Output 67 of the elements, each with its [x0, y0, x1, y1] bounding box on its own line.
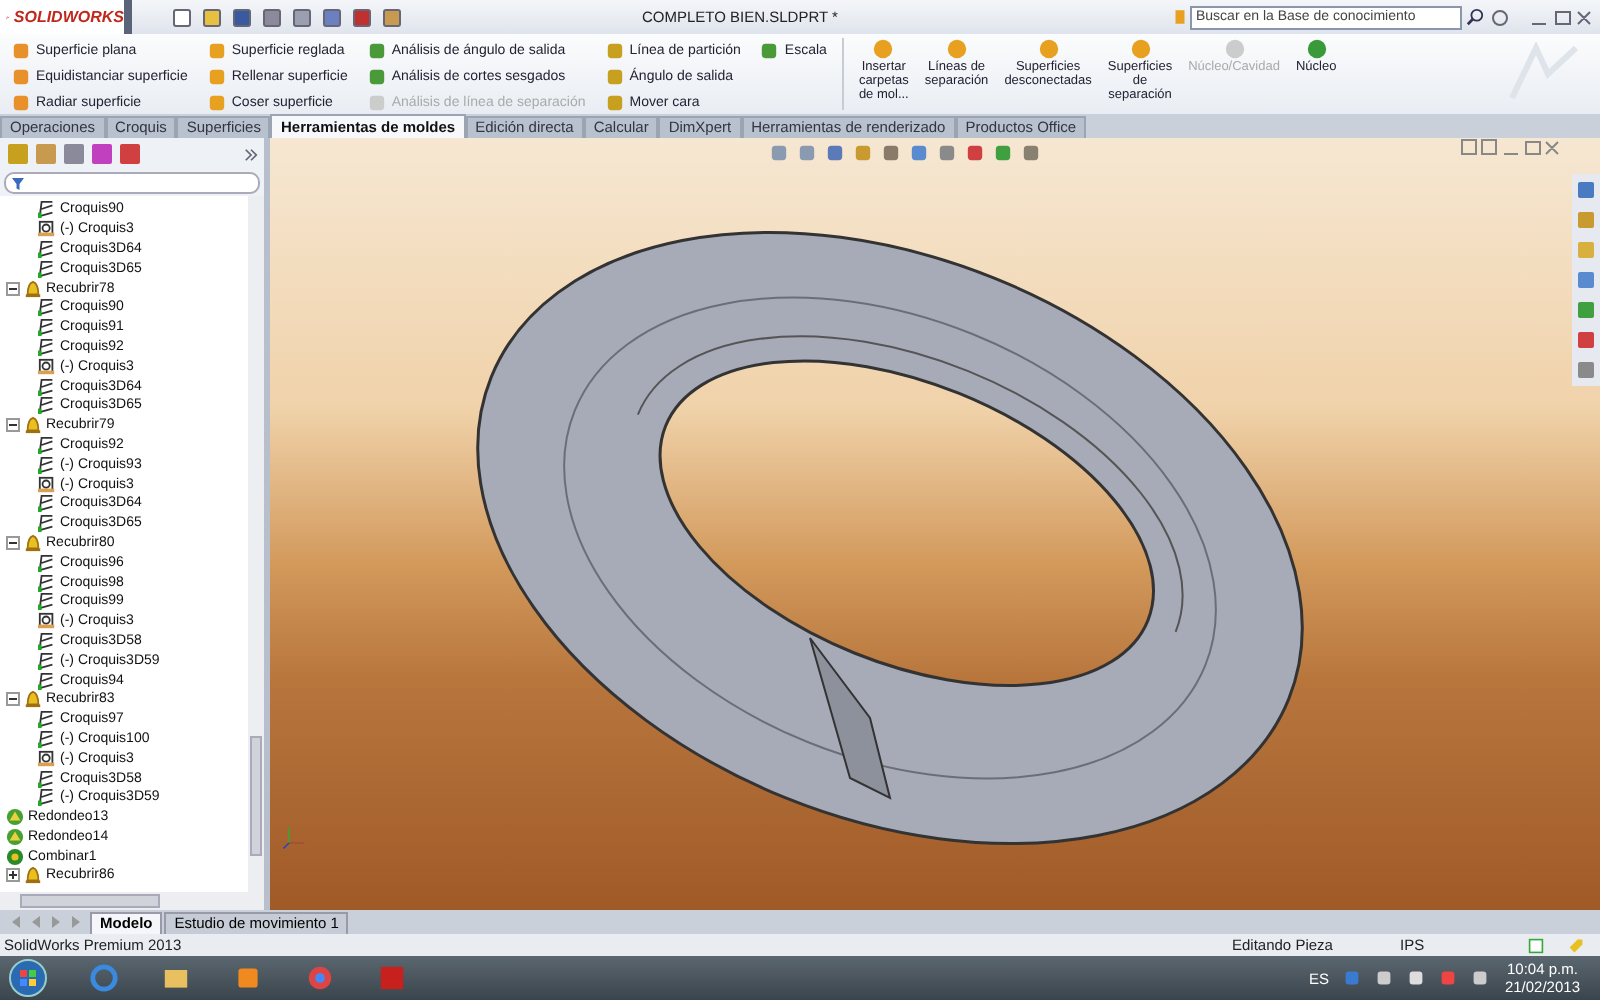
bell-icon: [24, 866, 42, 885]
sketch-icon: [38, 377, 56, 396]
sketch-icon: [38, 200, 56, 219]
sketch-box-icon: [38, 475, 56, 494]
sketch-icon: [38, 494, 56, 513]
sketch-icon: [38, 435, 56, 454]
axis-triad-icon: [282, 822, 310, 850]
chevron-icon[interactable]: [244, 147, 258, 161]
sketch-icon: [38, 631, 56, 650]
expander-icon[interactable]: [6, 535, 20, 550]
sketch-icon: [38, 259, 56, 278]
sketch-icon: [38, 671, 56, 690]
sketch-icon: [38, 337, 56, 356]
window-controls-icon[interactable]: [1460, 138, 1560, 158]
sketch-box-icon: [38, 357, 56, 376]
sketch-icon: [38, 514, 56, 533]
sketch-icon: [38, 788, 56, 807]
bell-icon: [24, 533, 42, 552]
pane-tab-icon[interactable]: [118, 142, 142, 166]
fillet-icon: [6, 808, 24, 827]
book-icon: [1174, 8, 1186, 26]
sketch-icon: [38, 769, 56, 787]
sketch-icon: [38, 592, 56, 611]
sketch-icon: [38, 239, 56, 258]
sketch-box-icon: [38, 612, 56, 631]
sketch-icon: [38, 455, 56, 474]
scrollbar[interactable]: [0, 892, 264, 910]
pane-tab-icon[interactable]: [90, 142, 114, 166]
bell-icon: [24, 279, 42, 298]
window-controls-icon[interactable]: [1492, 7, 1592, 27]
start-button-icon[interactable]: [8, 958, 48, 998]
pane-tab-icon[interactable]: [6, 142, 30, 166]
sketch-icon: [38, 396, 56, 415]
solidworks-logo[interactable]: SOLIDWORKS: [0, 0, 132, 34]
tool-icon: [872, 38, 895, 60]
expander-icon[interactable]: [6, 692, 20, 707]
help-icon[interactable]: [1528, 937, 1544, 953]
sketch-box-icon: [38, 749, 56, 768]
sketch-icon: [38, 573, 56, 592]
sketch-icon: [38, 651, 56, 670]
filter-field[interactable]: [4, 172, 260, 194]
scrollbar[interactable]: [248, 196, 264, 892]
sketch-icon: [38, 298, 56, 317]
tool-icon: [1037, 38, 1060, 60]
tool-icon: [1305, 38, 1328, 60]
combine-icon: [6, 847, 24, 866]
ds-logo-icon: [1504, 42, 1584, 102]
filter-icon: [12, 177, 24, 189]
bell-icon: [24, 416, 42, 435]
tool-icon: [1129, 38, 1151, 60]
tab-scroll-icon[interactable]: [8, 914, 80, 930]
fillet-icon: [6, 827, 24, 846]
bell-icon: [24, 690, 42, 709]
tool-icon: [760, 41, 779, 59]
expander-icon[interactable]: [6, 868, 20, 883]
sketch-box-icon: [38, 220, 56, 239]
search-icon[interactable]: [1466, 8, 1484, 26]
sketch-icon: [38, 729, 56, 748]
sketch-icon: [38, 318, 56, 337]
tool-icon: [945, 38, 968, 60]
sketch-icon: [38, 553, 56, 572]
tool-icon: [1223, 38, 1246, 60]
pane-tab-icon[interactable]: [62, 142, 86, 166]
pane-tab-icon[interactable]: [34, 142, 58, 166]
expander-icon[interactable]: [6, 418, 20, 433]
expander-icon[interactable]: [6, 281, 20, 296]
sketch-icon: [38, 710, 56, 729]
